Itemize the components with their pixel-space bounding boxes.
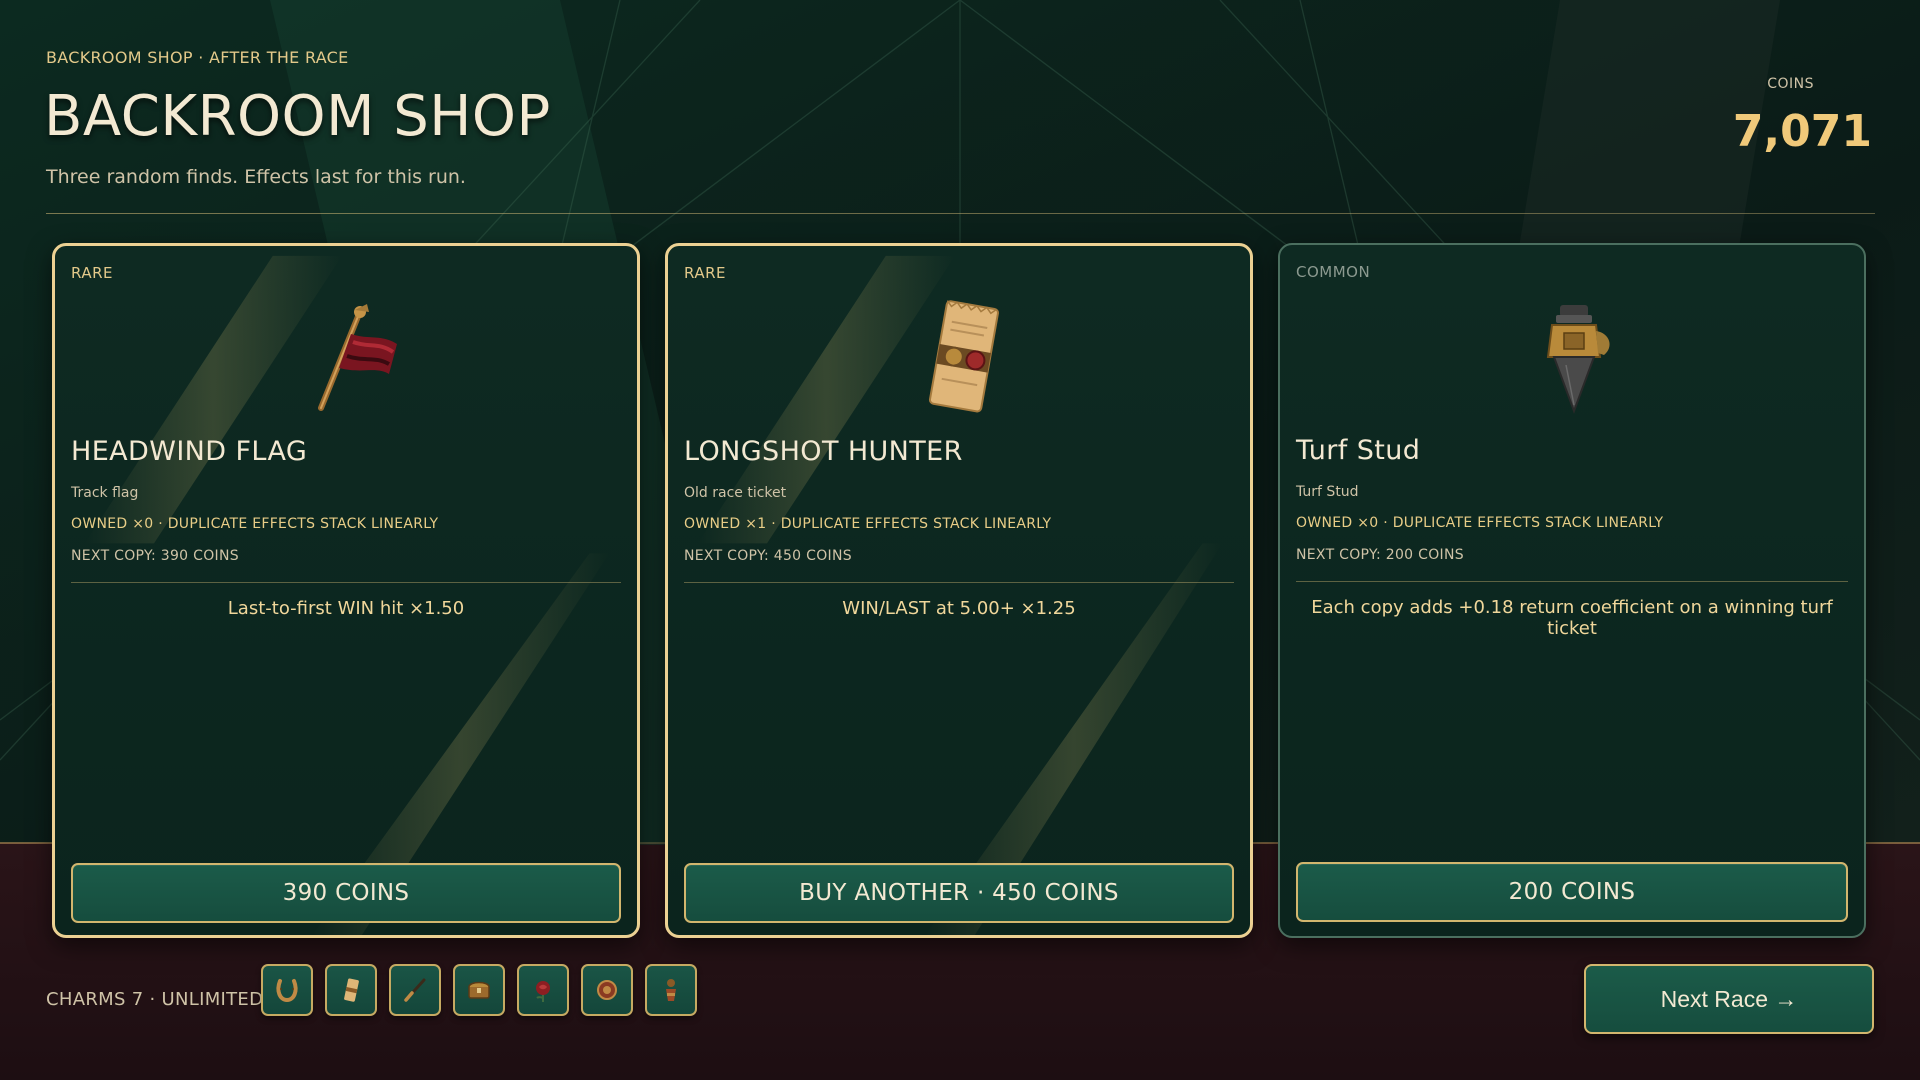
owned-count: OWNED ×1 · DUPLICATE EFFECTS STACK LINEA… — [684, 516, 1052, 532]
riding-crop-icon[interactable] — [389, 964, 441, 1016]
coins-balance: 7,071 — [1732, 106, 1872, 157]
shop-card-turf-stud: COMMON Turf Stud Turf Stud OWNED ×0 · DU… — [1278, 243, 1866, 938]
owned-count: OWNED ×0 · DUPLICATE EFFECTS STACK LINEA… — [71, 516, 439, 532]
header-divider — [46, 213, 1875, 214]
charms-label: CHARMS 7 · UNLIMITED — [46, 989, 264, 1010]
shop-card-headwind-flag: RARE HEADWIND FLAG Track flag OWNED ×0 ·… — [52, 243, 640, 938]
buy-button[interactable]: 390 COINS — [71, 863, 621, 923]
next-copy-price: NEXT COPY: 450 COINS — [684, 548, 852, 564]
item-type: Old race ticket — [684, 485, 787, 501]
item-type: Track flag — [71, 485, 139, 501]
headwind-flag-icon — [318, 304, 397, 411]
buy-button[interactable]: 200 COINS — [1296, 862, 1848, 922]
next-race-button[interactable]: Next Race → — [1584, 964, 1874, 1034]
page-title: BACKROOM SHOP — [44, 84, 551, 149]
item-name: Turf Stud — [1296, 435, 1421, 466]
buy-another-button[interactable]: BUY ANOTHER · 450 COINS — [684, 863, 1234, 923]
rose-icon[interactable] — [517, 964, 569, 1016]
item-name: HEADWIND FLAG — [71, 436, 308, 467]
coins-label: COINS — [1767, 76, 1814, 92]
chest-icon[interactable] — [453, 964, 505, 1016]
card-divider — [1296, 581, 1848, 582]
medal-icon[interactable] — [581, 964, 633, 1016]
shop-card-longshot-hunter: RARE LONGSHOT HUNTER Old race ticket OWN… — [665, 243, 1253, 938]
card-divider — [71, 582, 621, 583]
next-copy-price: NEXT COPY: 200 COINS — [1296, 547, 1464, 563]
item-effect: Each copy adds +0.18 return coefficient … — [1311, 597, 1833, 639]
next-copy-price: NEXT COPY: 390 COINS — [71, 548, 239, 564]
race-ticket-icon — [928, 300, 999, 413]
horseshoe-icon[interactable] — [261, 964, 313, 1016]
breadcrumb: BACKROOM SHOP · AFTER THE RACE — [46, 48, 349, 67]
rarity-label: RARE — [71, 264, 113, 282]
ticket-icon[interactable] — [325, 964, 377, 1016]
item-name: LONGSHOT HUNTER — [684, 436, 963, 467]
card-divider — [684, 582, 1234, 583]
item-effect: WIN/LAST at 5.00+ ×1.25 — [842, 598, 1076, 619]
item-effect: Last-to-first WIN hit ×1.50 — [227, 598, 465, 619]
turf-stud-icon — [1546, 305, 1610, 414]
rarity-label: COMMON — [1296, 263, 1371, 281]
page-subtitle: Three random finds. Effects last for thi… — [46, 166, 466, 188]
rarity-label: RARE — [684, 264, 726, 282]
item-type: Turf Stud — [1296, 484, 1359, 500]
figurine-icon[interactable] — [645, 964, 697, 1016]
owned-count: OWNED ×0 · DUPLICATE EFFECTS STACK LINEA… — [1296, 515, 1664, 531]
shop-screen: BACKROOM SHOP · AFTER THE RACE BACKROOM … — [0, 0, 1920, 1080]
